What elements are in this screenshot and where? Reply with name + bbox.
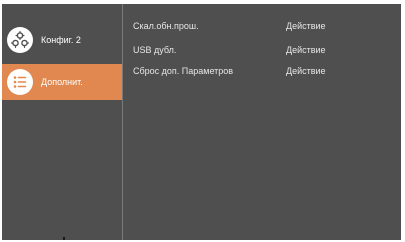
setting-action[interactable]: Действие xyxy=(286,21,326,31)
setting-label: Скал.обн.прош. xyxy=(133,21,199,31)
settings-row-reset-advanced[interactable]: Сброс доп. Параметров Действие xyxy=(123,62,401,82)
setting-action[interactable]: Действие xyxy=(286,45,326,55)
bottom-edge-mark xyxy=(63,237,65,240)
settings-row-usb-clone[interactable]: USB дубл. Действие xyxy=(123,41,401,61)
setting-action[interactable]: Действие xyxy=(286,66,326,76)
sidebar-item-label: Дополнит. xyxy=(41,77,83,87)
sidebar: Конфиг. 2 Дополнит. xyxy=(2,4,123,240)
gear-cluster-icon xyxy=(7,27,33,53)
settings-list: Скал.обн.прош. Действие USB дубл. Действ… xyxy=(123,4,401,240)
sidebar-item-label: Конфиг. 2 xyxy=(41,35,81,45)
settings-row-firmware-scan[interactable]: Скал.обн.прош. Действие xyxy=(123,17,401,37)
screen: Конфиг. 2 Дополнит. Скал.обн.прош. Дейст… xyxy=(0,0,405,242)
settings-menu: Конфиг. 2 Дополнит. Скал.обн.прош. Дейст… xyxy=(2,4,401,240)
setting-label: USB дубл. xyxy=(133,45,177,55)
sidebar-item-config2[interactable]: Конфиг. 2 xyxy=(2,22,122,58)
list-icon xyxy=(7,69,33,95)
setting-label: Сброс доп. Параметров xyxy=(133,66,234,76)
sidebar-item-advanced[interactable]: Дополнит. xyxy=(2,64,122,100)
